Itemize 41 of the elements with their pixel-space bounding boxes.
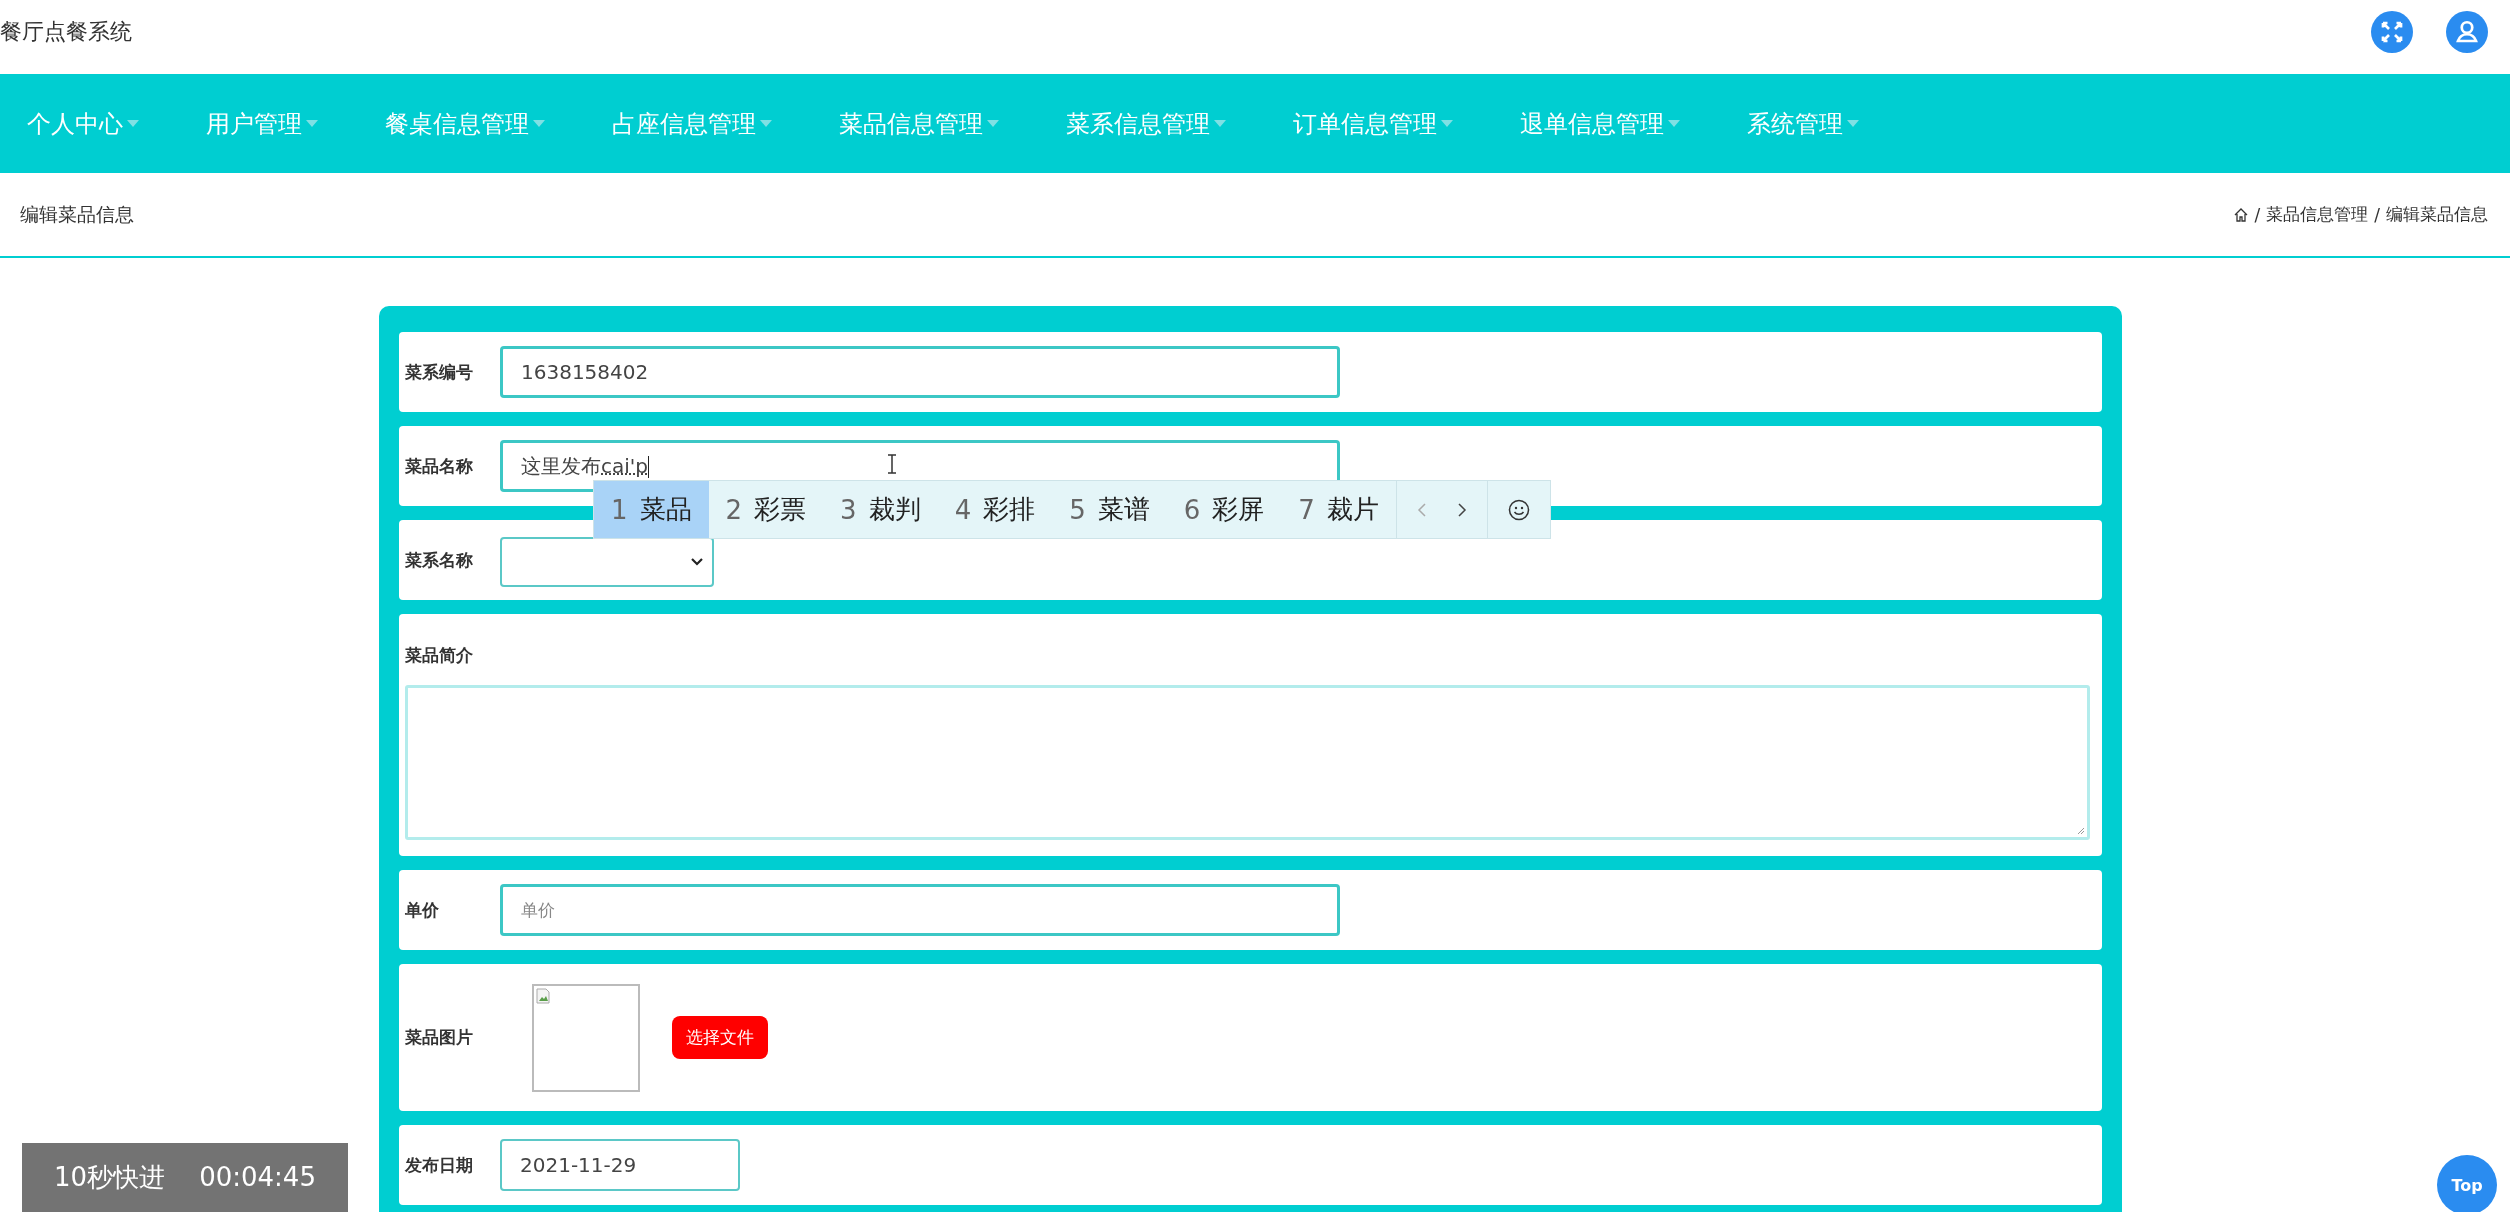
chevron-down-icon [690,557,704,567]
back-to-top-button[interactable]: Top [2437,1155,2497,1212]
fullscreen-icon[interactable] [2371,11,2413,53]
field-label: 菜品名称 [405,454,474,478]
app-title: 餐厅点餐系统 [0,18,132,46]
emoji-icon[interactable] [1507,498,1530,521]
caret-icon [1214,119,1226,128]
ime-candidate[interactable]: 1 菜品 [594,481,709,538]
textarea-field[interactable] [405,685,2090,840]
home-icon[interactable] [2232,206,2249,223]
broken-image-icon [536,987,552,1004]
caret-icon [760,119,772,128]
caret-icon [533,119,545,128]
caret-icon [1668,119,1680,128]
previous-page-icon[interactable] [1416,501,1427,518]
field-label: 发布日期 [405,1153,474,1177]
field-label: 菜系编号 [405,360,474,384]
caret-icon [1847,119,1859,128]
breadcrumb-separator: / [2254,204,2261,225]
text-input-field[interactable]: 1638158402 [500,346,1340,398]
caret-icon [306,119,318,128]
breadcrumb-separator: / [2374,204,2380,225]
text-input-field[interactable]: 单价 [500,884,1340,936]
field-label: 菜品图片 [405,1026,474,1049]
caret-icon [987,119,999,128]
page-title: 编辑菜品信息 [20,201,134,227]
field-label: 菜品简介 [405,644,474,667]
video-time: 00:04:45 [199,1162,316,1192]
date-input-field[interactable]: 2021-11-29 [500,1139,740,1191]
breadcrumb-link[interactable]: 菜品信息管理 [2266,203,2369,226]
resize-handle-icon[interactable] [2075,825,2085,835]
field-label: 单价 [405,898,440,922]
field-label: 菜系名称 [405,548,474,572]
dropdown-field[interactable] [500,537,714,587]
text-cursor-icon [887,454,897,474]
next-page-icon[interactable] [1456,501,1467,518]
caret-icon [127,119,139,128]
fast-forward-label: 10秒快进 [54,1160,166,1194]
caret-icon [1441,119,1453,128]
user-icon[interactable] [2446,11,2488,53]
choose-file-button[interactable]: 选择文件 [672,1016,768,1059]
